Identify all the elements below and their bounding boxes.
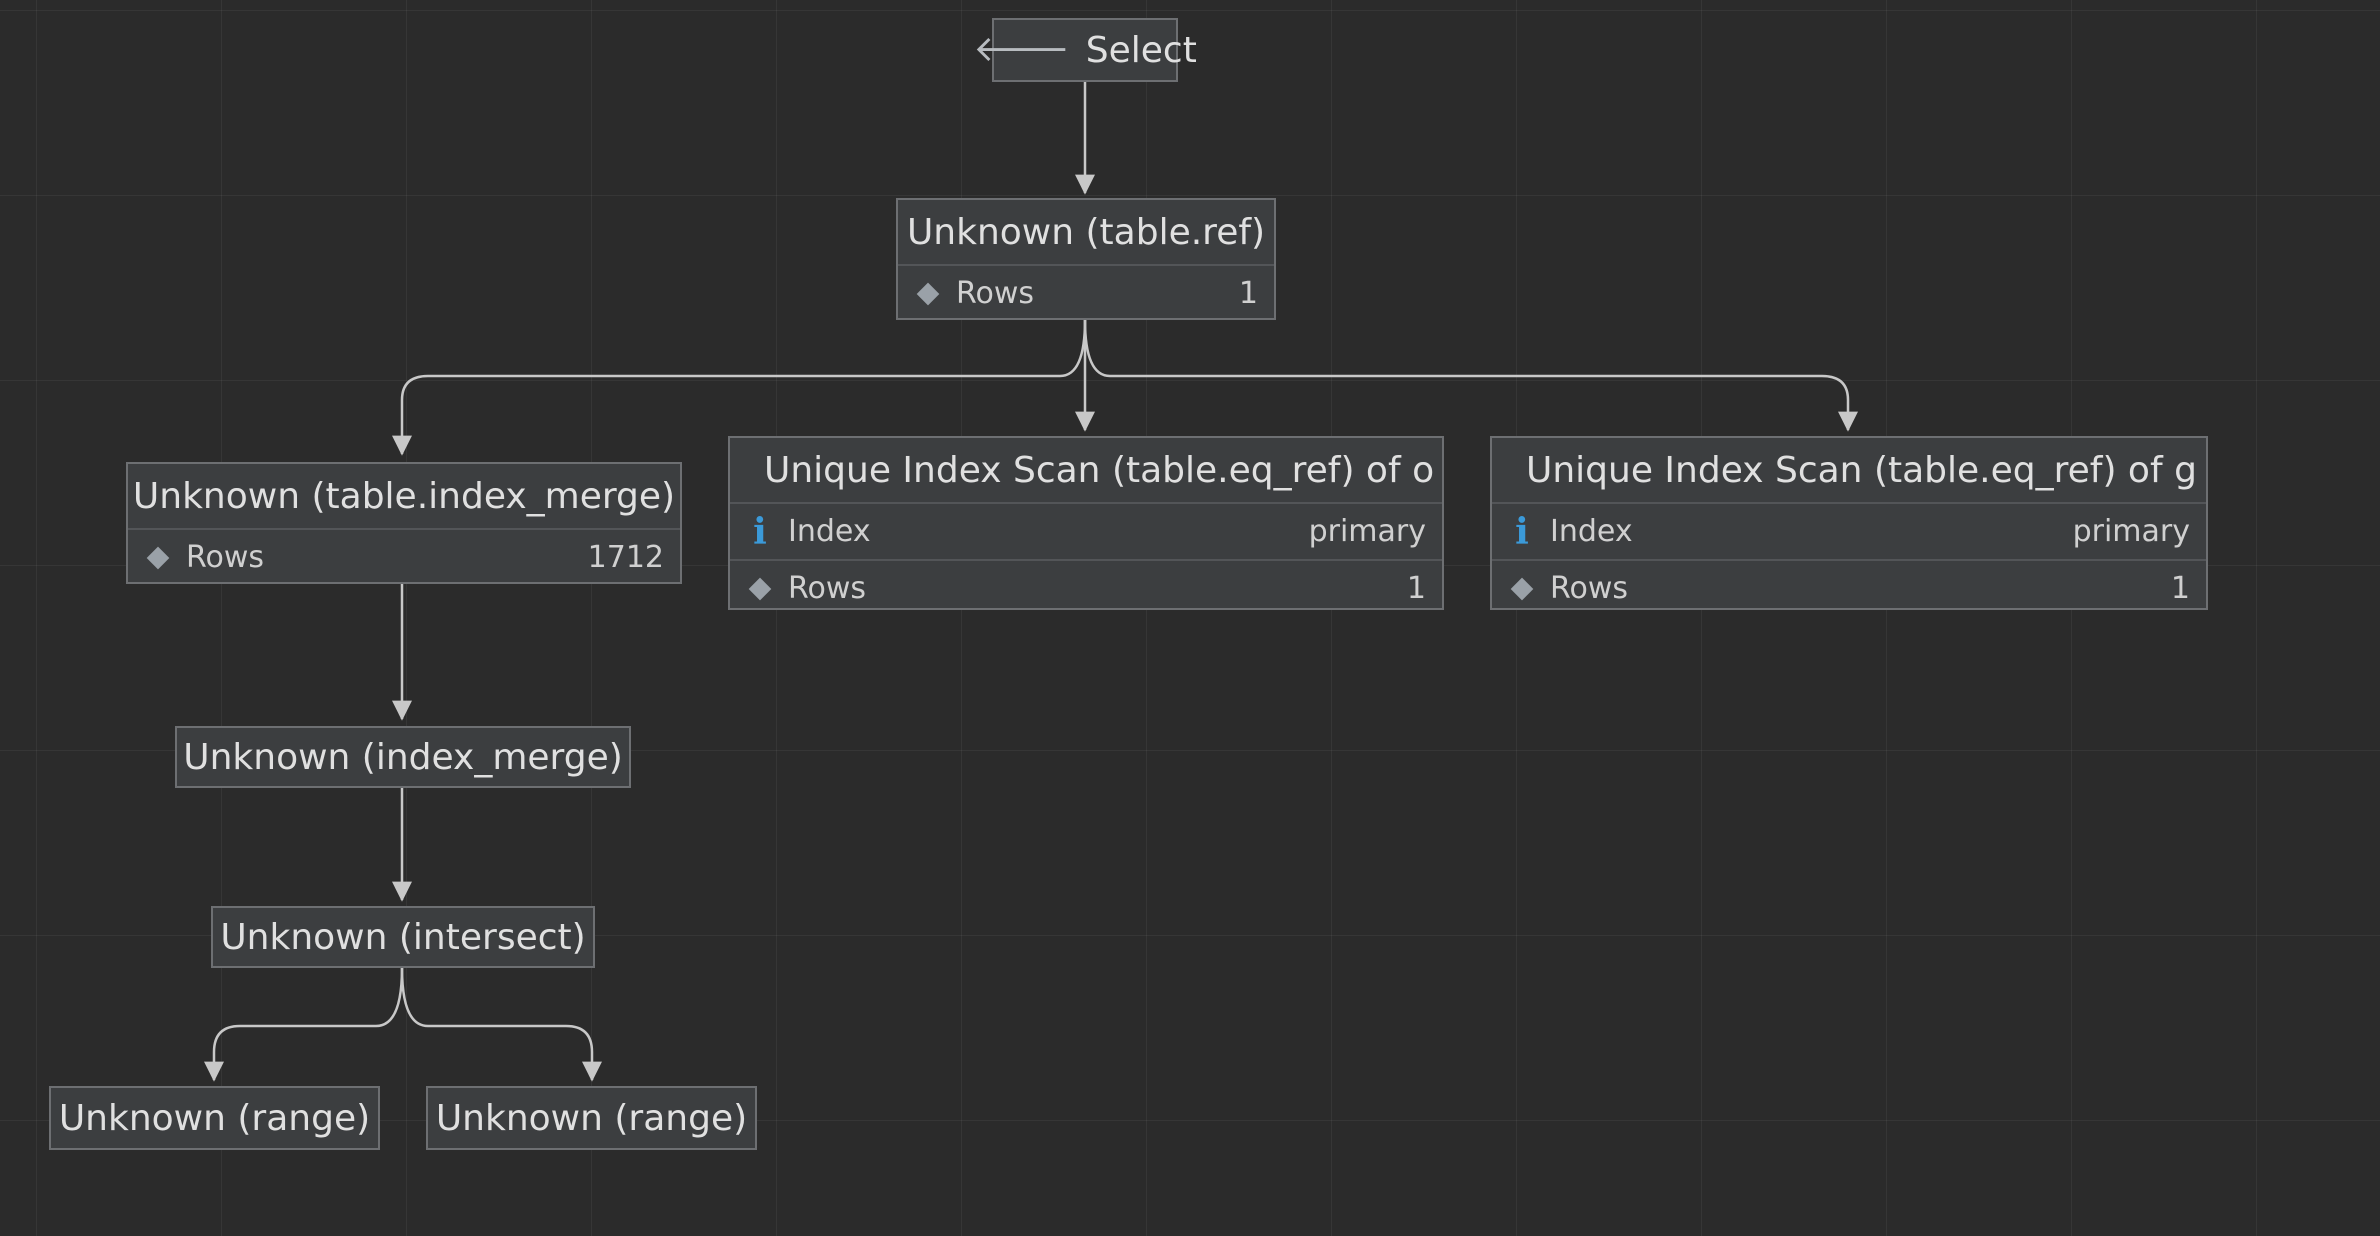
node-select-title: Select bbox=[1085, 29, 1197, 71]
node-unique-index-scan-g-title: Unique Index Scan (table.eq_ref) of g bbox=[1526, 449, 2197, 491]
diamond-icon bbox=[146, 546, 170, 569]
rows-value: 1 bbox=[1406, 571, 1426, 606]
rows-value: 1 bbox=[2170, 571, 2190, 606]
node-range-right-title: Unknown (range) bbox=[435, 1097, 748, 1139]
index-row: i Index primary bbox=[730, 502, 1442, 559]
rows-row: Rows 1712 bbox=[128, 528, 680, 585]
node-index-merge-title: Unknown (index_merge) bbox=[183, 736, 623, 778]
node-select[interactable]: 🡐 Select bbox=[973, 18, 1197, 82]
node-index-merge-table[interactable]: Unknown (table.index_merge) Rows 1712 bbox=[126, 462, 682, 584]
index-value: primary bbox=[1308, 514, 1426, 549]
diamond-icon bbox=[748, 577, 772, 600]
rows-row: Rows 1 bbox=[730, 559, 1442, 616]
diamond-icon bbox=[916, 282, 940, 305]
node-intersect[interactable]: Unknown (intersect) bbox=[211, 906, 595, 968]
node-index-merge-table-title: Unknown (table.index_merge) bbox=[132, 475, 676, 517]
rows-label: Rows bbox=[788, 571, 867, 606]
left-arrow-icon: 🡐 bbox=[973, 29, 1070, 70]
index-value: primary bbox=[2072, 514, 2190, 549]
node-table-ref-title: Unknown (table.ref) bbox=[906, 211, 1266, 253]
node-range-left-title: Unknown (range) bbox=[58, 1097, 371, 1139]
info-icon: i bbox=[1515, 510, 1529, 553]
edge-intersect-to-range-right bbox=[400, 967, 602, 1082]
node-table-ref[interactable]: Unknown (table.ref) Rows 1 bbox=[896, 198, 1276, 320]
index-label: Index bbox=[1550, 514, 1633, 549]
rows-label: Rows bbox=[186, 540, 265, 575]
node-range-left[interactable]: Unknown (range) bbox=[49, 1086, 380, 1150]
rows-label: Rows bbox=[956, 276, 1035, 311]
node-unique-index-scan-o[interactable]: Unique Index Scan (table.eq_ref) of o i … bbox=[728, 436, 1444, 610]
node-unique-index-scan-o-title: Unique Index Scan (table.eq_ref) of o bbox=[764, 449, 1435, 491]
node-intersect-title: Unknown (intersect) bbox=[220, 916, 586, 958]
rows-row: Rows 1 bbox=[1492, 559, 2206, 616]
edge-table-ref-to-scan-g bbox=[1083, 319, 1858, 432]
index-row: i Index primary bbox=[1492, 502, 2206, 559]
rows-label: Rows bbox=[1550, 571, 1629, 606]
rows-value: 1712 bbox=[587, 540, 664, 575]
edges-layer bbox=[204, 82, 1858, 1082]
edge-intersect-to-range-left bbox=[204, 967, 404, 1082]
diamond-icon bbox=[1510, 577, 1534, 600]
edge-table-ref-to-index-merge-table bbox=[392, 319, 1087, 456]
rows-value: 1 bbox=[1238, 276, 1258, 311]
node-range-right[interactable]: Unknown (range) bbox=[426, 1086, 757, 1150]
rows-row: Rows 1 bbox=[898, 264, 1274, 321]
node-unique-index-scan-g[interactable]: Unique Index Scan (table.eq_ref) of g i … bbox=[1490, 436, 2208, 610]
info-icon: i bbox=[753, 510, 767, 553]
index-label: Index bbox=[788, 514, 871, 549]
node-index-merge[interactable]: Unknown (index_merge) bbox=[175, 726, 631, 788]
